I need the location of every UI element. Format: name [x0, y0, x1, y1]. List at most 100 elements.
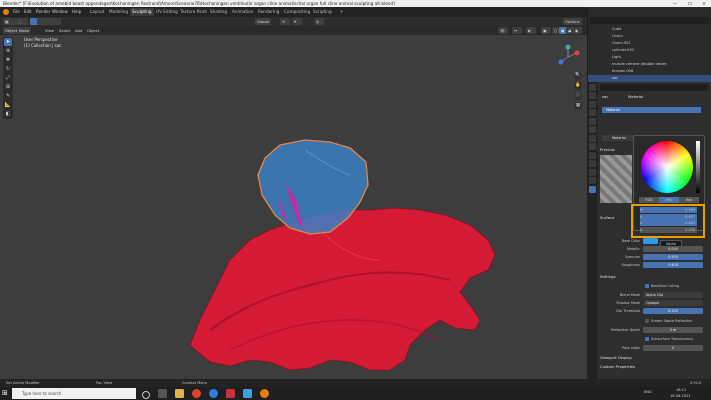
transform-tool-icon[interactable]: ⊞ [4, 83, 12, 91]
material-tab-icon[interactable] [588, 185, 596, 193]
clock-time[interactable]: 18:11 [676, 388, 686, 392]
menu-object[interactable]: Object [87, 27, 99, 34]
menu-help[interactable]: Help [72, 7, 81, 17]
backface-culling-checkbox[interactable]: Backface Culling [645, 283, 679, 289]
alpha-field[interactable]: A 0.458 [640, 226, 697, 233]
maximize-button[interactable]: ☐ [683, 0, 697, 7]
select-tool-icon[interactable]: ➤ [4, 38, 12, 46]
pan-hand-icon[interactable]: ✋ [574, 82, 582, 90]
menu-select[interactable]: Select [59, 27, 71, 34]
tab-scripting[interactable]: Scripting [311, 8, 334, 16]
outliner-row[interactable]: muscle cement (double decim [588, 61, 711, 68]
settings-panel-header[interactable]: Settings [600, 273, 616, 280]
tab-hsv[interactable]: HSV [659, 197, 679, 203]
material-slot-item[interactable]: Material [602, 107, 701, 113]
particles-tab-icon[interactable] [588, 151, 596, 159]
roughness-slider[interactable]: 0.400 [643, 262, 703, 268]
properties-search[interactable] [600, 84, 708, 91]
transform-orientation-dropdown[interactable]: Global [255, 18, 272, 25]
ortho-grid-icon[interactable]: ▦ [574, 102, 582, 110]
metallic-slider[interactable]: 0.000 [643, 246, 703, 252]
language-indicator[interactable]: ENG [644, 390, 652, 394]
zoom-icon[interactable]: 🔍 [574, 72, 582, 80]
preview-panel-header[interactable]: Preview [600, 146, 615, 153]
world-tab-icon[interactable] [588, 126, 596, 133]
object-tab-icon[interactable] [588, 134, 596, 142]
surface-panel-header[interactable]: Surface [600, 214, 614, 221]
gizmo-toggle-icon[interactable]: ↔ [512, 27, 522, 34]
viewport-display-panel-header[interactable]: Viewport Display [600, 354, 632, 361]
pivot-icon[interactable]: ⊙ [280, 18, 290, 25]
tab-rgb[interactable]: RGB [639, 197, 659, 203]
editor-type-icon[interactable]: ▦ [3, 18, 16, 25]
file-explorer-icon[interactable] [175, 389, 184, 398]
modifier-tab-icon[interactable] [588, 143, 596, 150]
custom-properties-panel-header[interactable]: Custom Properties [600, 363, 635, 370]
value-slider[interactable] [696, 141, 700, 193]
subsurface-translucency-checkbox[interactable]: Subsurface Translucency [645, 336, 693, 342]
clip-threshold-slider[interactable]: 0.500 [643, 308, 703, 314]
menu-file[interactable]: File [13, 7, 20, 17]
sculpt-mesh-viewport[interactable] [170, 130, 520, 380]
render-tab-icon[interactable] [588, 92, 596, 99]
cortana-icon[interactable] [142, 391, 150, 399]
outliner-row[interactable]: cylinder.001 [588, 47, 711, 54]
add-workspace-icon[interactable]: + [340, 8, 344, 16]
annotate-tool-icon[interactable]: ✎ [4, 92, 12, 100]
tab-uv-editing[interactable]: UV Editing [154, 8, 180, 16]
mail-icon[interactable] [243, 389, 252, 398]
blender-logo-icon[interactable] [3, 9, 9, 15]
shadow-mode-dropdown[interactable]: Opaque [643, 300, 703, 306]
scale-tool-icon[interactable]: ⤢ [4, 74, 12, 82]
data-tab-icon[interactable] [588, 177, 596, 184]
menu-add[interactable]: Add [75, 27, 82, 34]
view-object-types-icon[interactable]: 👁 [498, 27, 508, 34]
refraction-depth-field[interactable]: 0 m [643, 327, 703, 333]
task-view-icon[interactable] [158, 389, 167, 398]
output-tab-icon[interactable] [588, 100, 596, 108]
hue-field[interactable]: H 0.569 [640, 207, 697, 213]
view-layer-tab-icon[interactable] [588, 109, 596, 116]
xray-toggle-icon[interactable]: ▣ [541, 27, 551, 34]
options-dropdown[interactable]: Options [563, 18, 582, 25]
outliner-row[interactable]: Ovum [588, 33, 711, 40]
menu-edit[interactable]: Edit [24, 7, 32, 17]
minimize-button[interactable]: — [668, 0, 682, 7]
saturation-field[interactable]: S 0.957 [640, 213, 697, 220]
tab-compositing[interactable]: Compositing [282, 8, 312, 16]
base-color-swatch[interactable] [643, 238, 658, 244]
shading-rendered-icon[interactable]: ◉ [573, 27, 582, 34]
tab-layout[interactable]: Layout [88, 8, 106, 16]
rotate-tool-icon[interactable]: ↻ [4, 65, 12, 73]
cursor-tool-icon[interactable]: ⊕ [4, 47, 12, 55]
screen-space-refraction-checkbox[interactable]: Screen Space Refraction [645, 318, 692, 324]
browser-icon[interactable] [192, 389, 201, 398]
overlay-toggle-icon[interactable]: ◐ [526, 27, 536, 34]
select-mode-intersect-icon[interactable] [51, 18, 61, 25]
value-field[interactable]: V 0.443 [640, 220, 697, 226]
menu-window[interactable]: Window [52, 7, 68, 17]
tab-modeling[interactable]: Modeling [107, 8, 130, 16]
windows-start-icon[interactable]: ⊞ [2, 389, 10, 397]
measure-tool-icon[interactable]: 📐 [4, 101, 12, 109]
outliner-search[interactable] [590, 17, 710, 24]
navigation-gizmo[interactable] [555, 44, 581, 70]
add-cube-tool-icon[interactable]: ◧ [4, 110, 12, 118]
object-mode-dropdown[interactable]: Object Mode [3, 27, 31, 34]
pass-index-field[interactable]: 0 [643, 345, 703, 351]
move-tool-icon[interactable]: ✥ [4, 56, 12, 64]
taskbar-search-input[interactable]: Type here to search [12, 388, 136, 399]
outliner-row-selected[interactable]: sac [588, 75, 711, 82]
close-button[interactable]: ✕ [697, 0, 711, 7]
snap-icon[interactable]: ⌖ [292, 18, 302, 25]
tab-rendering[interactable]: Rendering [256, 8, 281, 16]
tab-animation[interactable]: Animation [230, 8, 255, 16]
app-icon[interactable] [226, 389, 235, 398]
menu-view[interactable]: View [45, 27, 54, 34]
tab-texture-paint[interactable]: Texture Paint [178, 8, 209, 16]
select-box-icon[interactable]: ⬚ [16, 18, 28, 25]
outliner-row[interactable]: Light [588, 54, 711, 61]
tool-tab-icon[interactable] [588, 83, 596, 91]
physics-tab-icon[interactable] [588, 160, 596, 167]
color-wheel[interactable] [641, 141, 693, 193]
